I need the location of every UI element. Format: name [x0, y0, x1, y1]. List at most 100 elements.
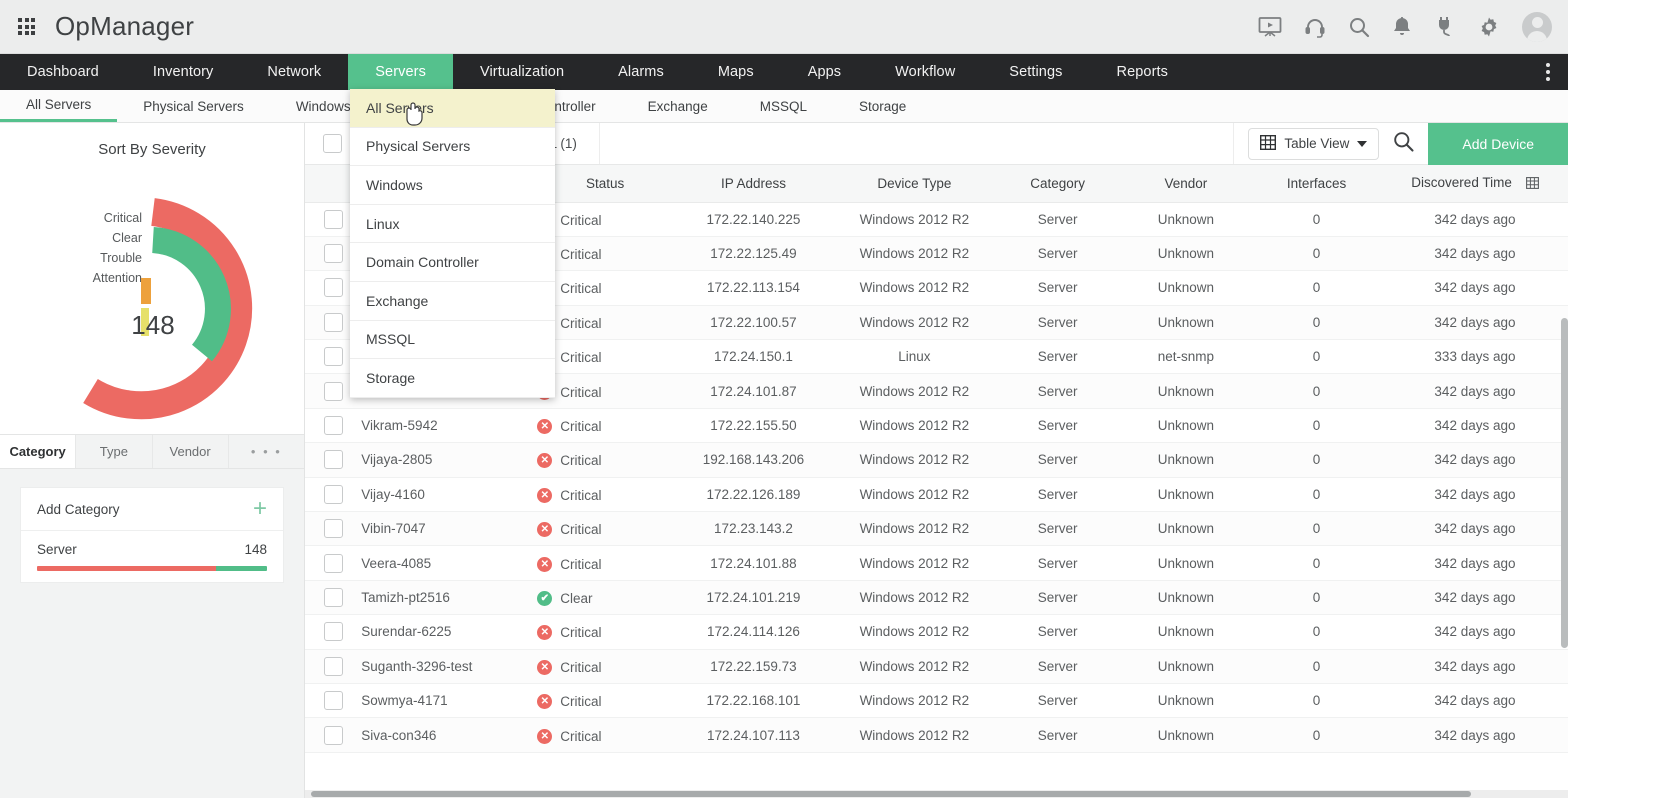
- status-label: Critical: [560, 212, 602, 228]
- nav-item-dashboard[interactable]: Dashboard: [0, 54, 126, 90]
- dropdown-item-domain-controller[interactable]: Domain Controller: [350, 243, 555, 282]
- column-settings-icon[interactable]: [1525, 176, 1539, 192]
- nav-item-settings[interactable]: Settings: [982, 54, 1089, 90]
- table-row[interactable]: Siva-con346 ✕ Critical 172.24.107.113 Window…: [305, 717, 1568, 753]
- cell-device-name[interactable]: Vibin-7047: [361, 511, 538, 547]
- plug-icon[interactable]: [1434, 16, 1456, 38]
- add-device-button[interactable]: Add Device: [1428, 123, 1568, 165]
- apps-grid-icon[interactable]: [18, 18, 35, 35]
- row-checkbox[interactable]: [323, 553, 343, 573]
- cell-category: Server: [994, 442, 1121, 478]
- table-view-dropdown[interactable]: Table View: [1248, 127, 1380, 160]
- col-vendor[interactable]: Vendor: [1120, 165, 1252, 203]
- tab-all-servers[interactable]: All Servers: [0, 90, 118, 122]
- row-checkbox-cell: [305, 683, 362, 719]
- table-row[interactable]: Vikram-5942 ✕ Critical 172.22.155.50 Windows…: [305, 408, 1568, 444]
- cell-device-name[interactable]: Suganth-3296-test: [361, 649, 538, 684]
- col-discovered-time[interactable]: Discovered Time: [1381, 165, 1568, 203]
- horizontal-scrollbar[interactable]: [305, 790, 1568, 798]
- critical-status-icon: ✕: [537, 694, 553, 710]
- gear-icon[interactable]: [1478, 16, 1500, 38]
- row-checkbox[interactable]: [323, 587, 343, 607]
- row-checkbox[interactable]: [323, 381, 343, 401]
- nav-item-workflow[interactable]: Workflow: [868, 54, 982, 90]
- table-row[interactable]: Vijaya-2805 ✕ Critical 192.168.143.206 Windo…: [305, 442, 1568, 478]
- cell-device-name[interactable]: Sowmya-4171: [361, 683, 538, 719]
- nav-item-servers[interactable]: Servers: [348, 54, 453, 90]
- cell-device-name[interactable]: Surendar-6225: [361, 614, 538, 650]
- nav-item-alarms[interactable]: Alarms: [591, 54, 691, 90]
- presentation-icon[interactable]: [1258, 16, 1282, 37]
- nav-item-reports[interactable]: Reports: [1090, 54, 1195, 90]
- dropdown-item-physical-servers[interactable]: Physical Servers: [350, 128, 555, 167]
- dropdown-item-storage[interactable]: Storage: [350, 359, 555, 398]
- headset-icon[interactable]: [1304, 16, 1326, 38]
- cell-device-type: Windows 2012 R2: [833, 236, 995, 272]
- segment-tab-type[interactable]: Type: [76, 435, 153, 468]
- row-checkbox[interactable]: [323, 484, 343, 504]
- row-checkbox[interactable]: [323, 312, 343, 332]
- cell-device-name[interactable]: Veera-4085: [361, 545, 538, 581]
- tab-mssql[interactable]: MSSQL: [734, 90, 833, 122]
- row-checkbox[interactable]: [323, 244, 343, 264]
- bell-icon[interactable]: [1392, 16, 1412, 38]
- table-row[interactable]: Sowmya-4171 ✕ Critical 172.22.168.101 Window…: [305, 683, 1568, 719]
- row-checkbox[interactable]: [323, 416, 343, 436]
- tab-physical-servers[interactable]: Physical Servers: [117, 90, 270, 122]
- dropdown-item-all-servers[interactable]: All Servers: [350, 89, 555, 128]
- segment-tab-category[interactable]: Category: [0, 435, 77, 468]
- nav-overflow-menu-icon[interactable]: [1528, 54, 1568, 90]
- table-row[interactable]: Tamizh-pt2516 ✔ Clear 172.24.101.219 Windows…: [305, 580, 1568, 616]
- row-checkbox[interactable]: [323, 278, 343, 298]
- nav-item-inventory[interactable]: Inventory: [126, 54, 241, 90]
- cell-interfaces: 0: [1251, 305, 1382, 341]
- table-row[interactable]: Veera-4085 ✕ Critical 172.24.101.88 Windows …: [305, 545, 1568, 581]
- row-checkbox[interactable]: [323, 691, 343, 711]
- segment-tab-more[interactable]: • • •: [229, 435, 304, 468]
- nav-item-network[interactable]: Network: [240, 54, 348, 90]
- cell-device-name[interactable]: Vijay-4160: [361, 477, 538, 513]
- nav-item-maps[interactable]: Maps: [691, 54, 781, 90]
- table-row[interactable]: Vibin-7047 ✕ Critical 172.23.143.2 Windows 2…: [305, 511, 1568, 547]
- dropdown-item-windows[interactable]: Windows: [350, 166, 555, 205]
- cell-device-name[interactable]: Tamizh-pt2516: [361, 580, 538, 616]
- cell-discovered-time: 342 days ago: [1381, 270, 1568, 306]
- col-ip-address[interactable]: IP Address: [673, 165, 834, 203]
- segment-tab-vendor[interactable]: Vendor: [153, 435, 229, 468]
- col-interfaces[interactable]: Interfaces: [1251, 165, 1382, 203]
- dropdown-item-linux[interactable]: Linux: [350, 205, 555, 244]
- critical-status-icon: ✕: [537, 487, 553, 503]
- row-checkbox[interactable]: [323, 450, 343, 470]
- cell-device-name[interactable]: Siva-con346: [361, 717, 538, 753]
- col-status[interactable]: Status: [537, 165, 674, 203]
- col-device-type[interactable]: Device Type: [833, 165, 995, 203]
- col-category[interactable]: Category: [994, 165, 1121, 203]
- dropdown-item-mssql[interactable]: MSSQL: [350, 321, 555, 360]
- row-checkbox[interactable]: [323, 656, 343, 676]
- vertical-scrollbar[interactable]: [1561, 318, 1568, 648]
- cell-device-name[interactable]: Vijaya-2805: [361, 442, 538, 478]
- row-checkbox[interactable]: [323, 347, 343, 367]
- row-checkbox[interactable]: [323, 622, 343, 642]
- category-row-server[interactable]: Server 148: [21, 531, 283, 571]
- row-checkbox[interactable]: [323, 725, 343, 745]
- avatar[interactable]: [1522, 11, 1552, 42]
- tab-storage[interactable]: Storage: [833, 90, 932, 122]
- cell-vendor: Unknown: [1120, 202, 1252, 237]
- cell-vendor: Unknown: [1120, 511, 1252, 547]
- row-checkbox[interactable]: [323, 519, 343, 539]
- cell-device-name[interactable]: Vikram-5942: [361, 408, 538, 444]
- table-row[interactable]: Surendar-6225 ✕ Critical 172.24.114.126 Wind…: [305, 614, 1568, 650]
- table-row[interactable]: Suganth-3296-test ✕ Critical 172.22.159.73 W…: [305, 649, 1568, 684]
- row-checkbox[interactable]: [323, 209, 343, 229]
- nav-item-apps[interactable]: Apps: [781, 54, 868, 90]
- toolbar-search-icon[interactable]: [1393, 131, 1414, 157]
- plus-icon[interactable]: +: [253, 497, 267, 521]
- table-row[interactable]: Vijay-4160 ✕ Critical 172.22.126.189 Windows…: [305, 477, 1568, 513]
- select-all-checkbox[interactable]: [323, 134, 342, 153]
- tab-exchange[interactable]: Exchange: [622, 90, 734, 122]
- dropdown-item-exchange[interactable]: Exchange: [350, 282, 555, 321]
- search-icon[interactable]: [1348, 16, 1370, 38]
- nav-item-virtualization[interactable]: Virtualization: [453, 54, 591, 90]
- add-category-button[interactable]: Add Category +: [21, 488, 283, 531]
